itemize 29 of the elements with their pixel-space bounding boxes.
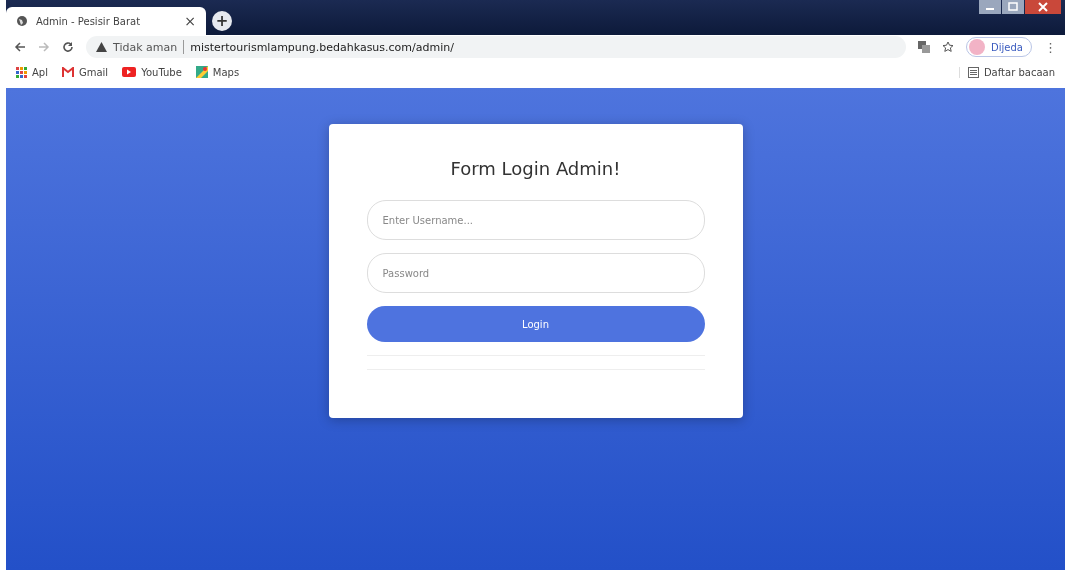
close-tab-button[interactable]: × bbox=[184, 13, 196, 29]
play-icon bbox=[122, 67, 137, 77]
menu-button[interactable]: ⋮ bbox=[1044, 39, 1057, 55]
close-icon[interactable] bbox=[1025, 0, 1061, 14]
reading-list-button[interactable]: Daftar bacaan bbox=[958, 66, 1055, 78]
login-button[interactable]: Login bbox=[366, 306, 705, 342]
password-field[interactable]: Password bbox=[366, 253, 705, 293]
new-tab-button[interactable]: + bbox=[212, 11, 232, 31]
browser-tab[interactable]: Admin - Pesisir Barat × bbox=[6, 7, 206, 35]
address-bar[interactable]: Tidak aman mistertourismlampung.bedahkasus.com/admin/ bbox=[86, 36, 907, 58]
star-icon[interactable] bbox=[942, 41, 955, 53]
username-field[interactable]: Enter Username... bbox=[366, 200, 705, 240]
avatar-icon bbox=[969, 39, 986, 55]
bookmark-item[interactable]: YouTube bbox=[122, 66, 182, 78]
url-text: mistertourismlampung.bedahkasus.com/admin/ bbox=[190, 40, 454, 54]
list-icon bbox=[967, 66, 979, 78]
security-label: Tidak aman bbox=[113, 40, 178, 54]
globe-icon bbox=[16, 15, 28, 27]
tab-title: Admin - Pesisir Barat bbox=[36, 15, 142, 27]
back-icon[interactable] bbox=[14, 41, 26, 53]
map-icon bbox=[195, 66, 208, 78]
mail-icon bbox=[61, 67, 74, 77]
form-title: Form Login Admin! bbox=[449, 158, 622, 179]
reload-icon[interactable] bbox=[62, 41, 74, 53]
apps-grid-icon bbox=[16, 66, 27, 78]
bookmark-item[interactable]: Apl bbox=[16, 66, 48, 78]
bookmark-item[interactable]: Gmail bbox=[61, 66, 109, 78]
warning-icon bbox=[96, 42, 107, 52]
bookmark-item[interactable]: Maps bbox=[195, 66, 240, 78]
